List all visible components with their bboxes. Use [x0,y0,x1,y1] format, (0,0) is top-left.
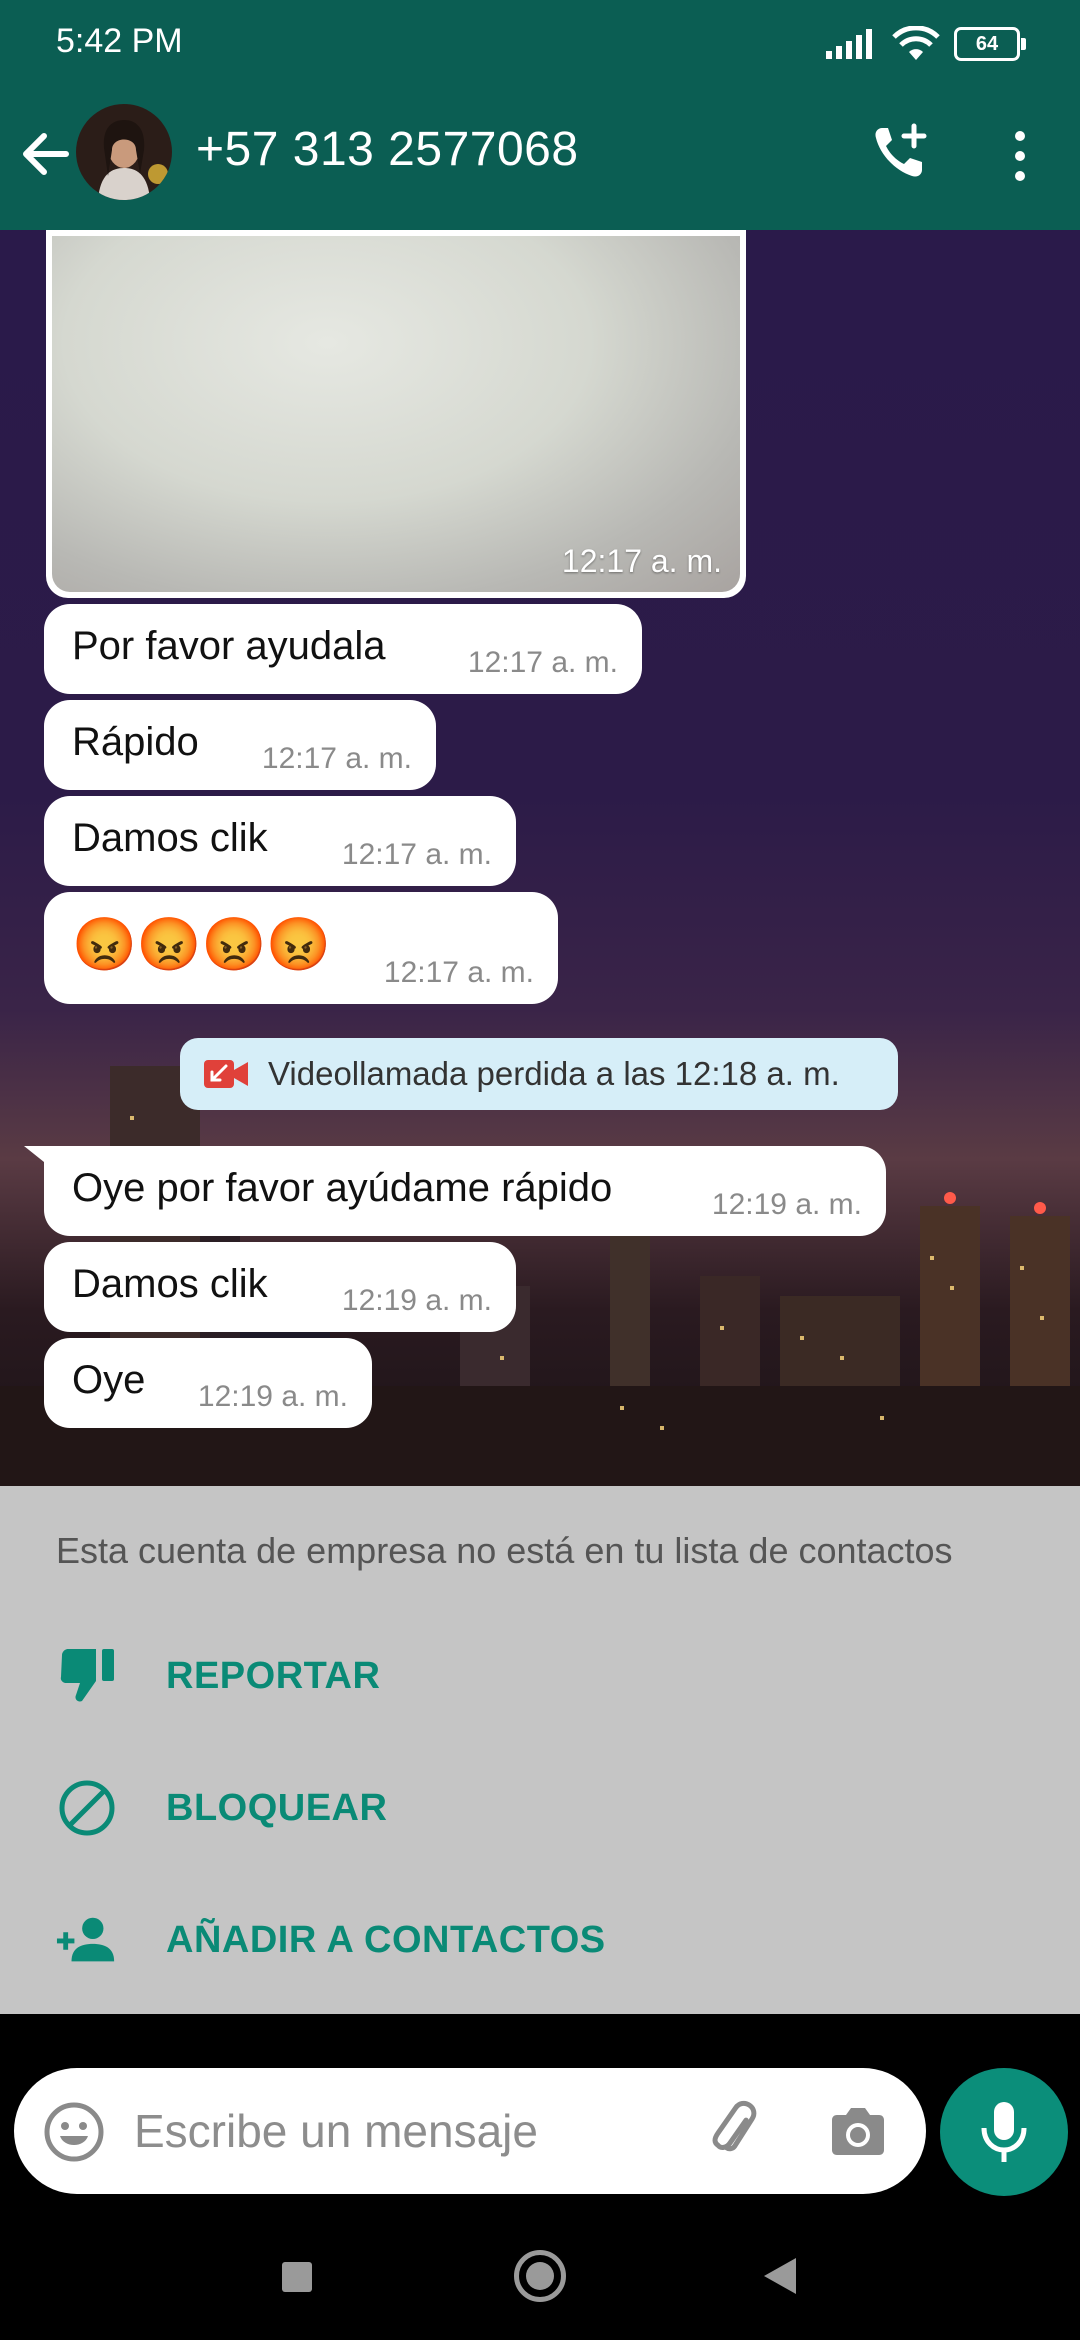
message-time: 12:17 a. m. [383,956,534,989]
action-label: BLOQUEAR [166,1786,388,1829]
message-text: 😡😡😡😡 [72,916,331,974]
camera-icon[interactable] [826,2100,890,2164]
message-text: Rápido [72,720,199,764]
avatar[interactable] [76,104,172,200]
message-bubble[interactable]: Damos clik 12:17 a. m. [44,796,516,886]
message-time: 12:17 a. m. [341,838,492,871]
status-time: 5:42 PM [56,22,183,60]
chat-header: +57 313 2577068 [0,76,1080,230]
message-input[interactable]: Escribe un mensaje [14,2068,926,2194]
message-bubble[interactable]: Oye por favor ayúdame rápido 12:19 a. m. [44,1146,886,1236]
message-bubble[interactable]: 😡😡😡😡 12:17 a. m. [44,892,558,1004]
block-icon [56,1777,118,1839]
message-bubble[interactable]: Rápido 12:17 a. m. [44,700,436,790]
chat-area[interactable]: 12:17 a. m. Por favor ayudala 12:17 a. m… [0,230,1080,1486]
message-text: Damos clik [72,816,268,860]
composer-bar: Escribe un mensaje [0,2014,1080,2220]
report-button[interactable]: REPORTAR [56,1636,380,1716]
missed-video-call-icon [204,1060,248,1088]
action-label: AÑADIR A CONTACTOS [166,1918,606,1961]
wifi-icon [892,26,940,60]
status-bar: 5:42 PM 64 [0,0,1080,76]
home-button[interactable] [514,2250,566,2302]
home-dot [526,2262,554,2290]
back-button[interactable] [764,2258,796,2294]
system-message-text: Videollamada perdida a las 12:18 a. m. [268,1055,840,1092]
avatar-image [98,120,168,200]
image-thumbnail[interactable]: 12:17 a. m. [52,236,740,592]
message-time: 12:17 a. m. [561,543,722,579]
message-text: Por favor ayudala [72,624,386,668]
panel-info-text: Esta cuenta de empresa no está en tu lis… [56,1530,953,1571]
signal-icon [826,29,872,59]
message-bubble[interactable]: Oye 12:19 a. m. [44,1338,372,1428]
message-placeholder: Escribe un mensaje [134,2105,538,2157]
message-time: 12:17 a. m. [467,646,618,679]
attach-icon[interactable] [704,2100,768,2164]
microphone-icon [981,2102,1027,2162]
unknown-business-panel: Esta cuenta de empresa no está en tu lis… [0,1486,1080,2014]
message-bubble[interactable]: Damos clik 12:19 a. m. [44,1242,516,1332]
message-time: 12:19 a. m. [341,1284,492,1317]
system-nav-bar [0,2220,1080,2340]
back-arrow-icon[interactable] [16,124,76,184]
recents-button[interactable] [282,2262,312,2292]
contact-name[interactable]: +57 313 2577068 [196,122,579,177]
voice-message-button[interactable] [940,2068,1068,2196]
message-time: 12:17 a. m. [261,742,412,775]
image-message[interactable]: 12:17 a. m. [46,230,746,598]
missed-videocall-notice: Videollamada perdida a las 12:18 a. m. [180,1038,898,1110]
more-options-icon[interactable] [1000,126,1040,186]
block-button[interactable]: BLOQUEAR [56,1768,387,1848]
battery-icon: 64 [954,27,1026,61]
message-text: Oye por favor ayúdame rápido [72,1166,613,1210]
message-bubble[interactable]: Por favor ayudala 12:17 a. m. [44,604,642,694]
emoji-icon[interactable] [42,2100,106,2164]
message-text: Oye [72,1358,146,1402]
action-label: REPORTAR [166,1654,381,1697]
status-icons: 64 [826,24,1026,64]
message-time: 12:19 a. m. [197,1380,348,1413]
message-time: 12:19 a. m. [711,1188,862,1221]
add-person-icon [56,1909,118,1971]
add-call-icon[interactable] [868,120,932,184]
thumbs-down-icon [56,1645,118,1707]
add-to-contacts-button[interactable]: AÑADIR A CONTACTOS [56,1900,606,1980]
message-text: Damos clik [72,1262,268,1306]
